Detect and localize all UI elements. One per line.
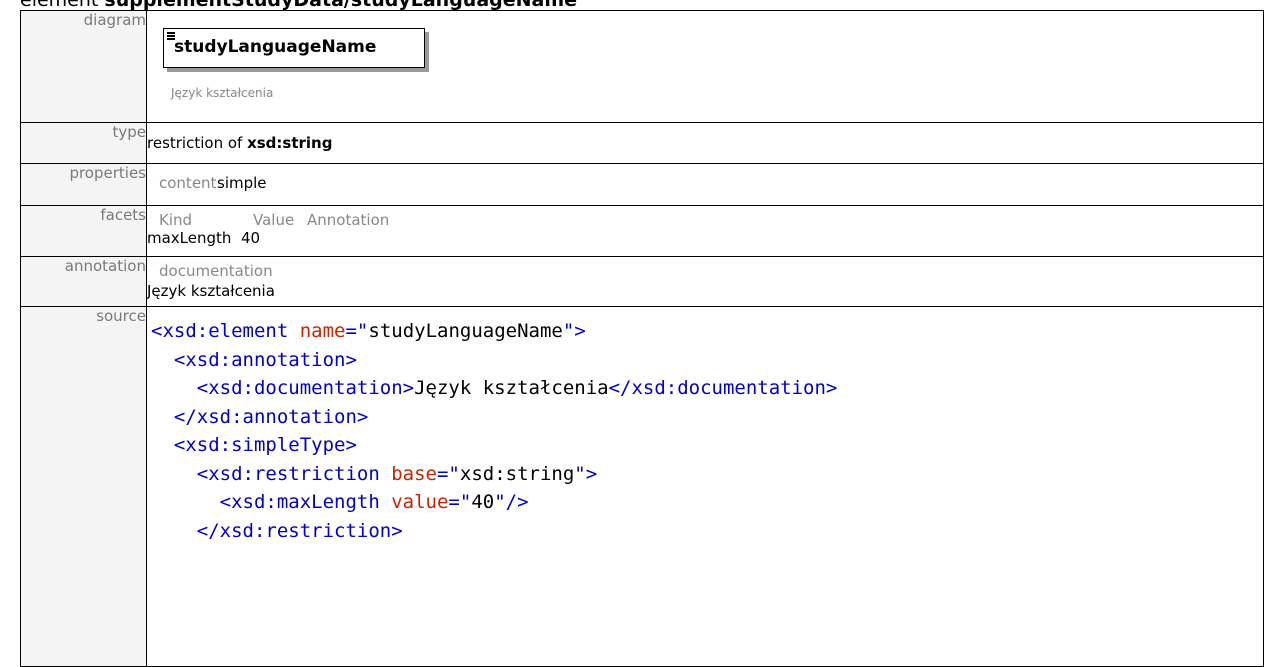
facet-value: 40: [241, 229, 261, 247]
source-token-str: 40: [471, 491, 495, 513]
source-code: <xsd:element name="studyLanguageName"> <…: [151, 317, 1263, 545]
annotation-header: documentation: [159, 262, 273, 280]
row-annotation: annotation documentation Język kształcen…: [20, 256, 1264, 307]
source-token-tag: <xsd:annotation>: [151, 348, 357, 371]
facet-header-value: Value: [253, 211, 295, 229]
facet-row: maxLength 40: [147, 229, 1263, 247]
annotation-cell: documentation Język kształcenia: [146, 256, 1264, 307]
source-token-attr: value: [391, 491, 449, 513]
label-properties: properties: [20, 163, 147, 206]
row-facets: facets Kind Value Annotation maxLength 40: [20, 205, 1264, 257]
facets-cell: Kind Value Annotation maxLength 40: [146, 205, 1264, 257]
label-annotation: annotation: [20, 256, 147, 307]
source-token-str: Język kształcenia: [414, 377, 609, 399]
row-source: source <xsd:element name="studyLanguageN…: [20, 306, 1264, 667]
row-diagram: diagram studyLanguageName Język kształce…: [20, 10, 1264, 123]
label-source: source: [20, 306, 147, 667]
type-base[interactable]: xsd:string: [247, 134, 332, 152]
source-token-str: xsd:string: [459, 462, 575, 485]
element-diagram-box[interactable]: studyLanguageName: [163, 28, 425, 68]
source-token-tag: <xsd:maxLength: [151, 491, 392, 513]
source-token-attr: base: [391, 462, 437, 485]
source-token-tag: =": [448, 491, 472, 513]
source-token-tag: </xsd:documentation>: [608, 377, 838, 399]
properties-cell: contentsimple: [146, 163, 1264, 206]
type-prefix: restriction of: [147, 134, 248, 152]
source-token-attr: name: [299, 320, 346, 342]
source-line: <xsd:restriction base="xsd:string">: [151, 460, 1263, 489]
type-cell: restriction of xsd:string: [146, 122, 1264, 164]
source-token-tag: <xsd:element: [151, 320, 300, 342]
source-token-tag: <xsd:restriction: [151, 462, 392, 485]
source-token-tag: =": [345, 320, 369, 342]
source-line: <xsd:annotation>: [151, 346, 1263, 375]
source-token-tag: </xsd:annotation>: [151, 405, 369, 428]
diagram-documentation: Język kształcenia: [171, 86, 274, 100]
property-value: simple: [217, 174, 267, 192]
source-token-str: studyLanguageName: [368, 320, 563, 342]
source-line: <xsd:element name="studyLanguageName">: [151, 317, 1263, 346]
row-type: type restriction of xsd:string: [20, 122, 1264, 164]
facet-header-kind: Kind: [159, 211, 193, 229]
label-facets: facets: [20, 205, 147, 257]
row-properties: properties contentsimple: [20, 163, 1264, 206]
label-diagram: diagram: [20, 10, 147, 123]
facet-kind: maxLength: [147, 229, 232, 247]
source-token-tag: =": [436, 462, 460, 485]
annotation-text: Język kształcenia: [147, 282, 275, 300]
label-type: type: [20, 122, 147, 164]
facet-header-annotation: Annotation: [307, 211, 390, 229]
source-token-tag: <xsd:simpleType>: [151, 434, 357, 456]
source-token-tag: </xsd:restriction>: [151, 519, 403, 542]
source-token-tag: ">: [562, 320, 586, 342]
source-token-tag: <xsd:documentation>: [151, 377, 415, 399]
documentation-table: diagram studyLanguageName Język kształce…: [20, 10, 1264, 667]
diagram-cell: studyLanguageName Język kształcenia: [146, 10, 1264, 123]
property-key: content: [159, 174, 217, 192]
source-cell: <xsd:element name="studyLanguageName"> <…: [146, 306, 1264, 667]
facets-header: Kind Value Annotation: [159, 211, 1263, 229]
source-token-tag: "/>: [494, 491, 529, 513]
source-line: <xsd:documentation>Język kształcenia</xs…: [151, 374, 1263, 403]
diagram-element-name: studyLanguageName: [174, 37, 377, 57]
source-line: <xsd:simpleType>: [151, 431, 1263, 460]
source-line: </xsd:annotation>: [151, 403, 1263, 432]
source-token-tag: ">: [574, 462, 598, 485]
source-line: </xsd:restriction>: [151, 517, 1263, 546]
source-line: <xsd:maxLength value="40"/>: [151, 488, 1263, 517]
